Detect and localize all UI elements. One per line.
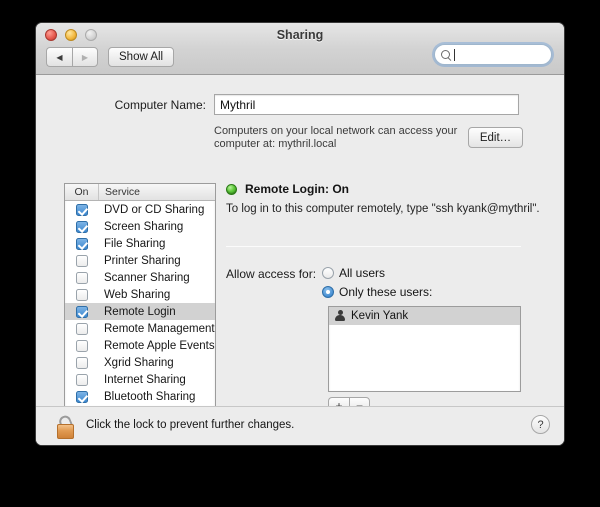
radio-only-these-users-label: Only these users: — [339, 285, 433, 299]
window-titlebar: Sharing ◀ ▶ Show All — [36, 23, 564, 75]
search-field[interactable] — [434, 44, 552, 65]
section-divider — [226, 246, 521, 247]
computer-name-input[interactable] — [220, 96, 510, 113]
service-row[interactable]: Screen Sharing — [65, 218, 215, 235]
service-name-label: Internet Sharing — [104, 373, 186, 386]
window-footer: Click the lock to prevent further change… — [36, 406, 564, 445]
service-row[interactable]: Internet Sharing — [65, 371, 215, 388]
checkbox-unchecked-icon[interactable] — [76, 271, 88, 284]
services-rows-container: DVD or CD Sharing Screen Sharing File Shar… — [65, 201, 215, 405]
service-name-label: Remote Apple Events — [104, 339, 215, 352]
computer-name-label: Computer Name: — [114, 98, 206, 112]
service-checkbox-cell[interactable] — [65, 339, 99, 352]
column-header-on: On — [65, 184, 99, 200]
status-indicator-icon — [226, 183, 237, 195]
service-status-title: Remote Login: On — [245, 182, 349, 196]
navigation-buttons: ◀ ▶ — [46, 47, 98, 67]
service-checkbox-cell[interactable] — [65, 390, 99, 403]
padlock-body — [57, 424, 74, 439]
service-name-label: Remote Login — [104, 305, 176, 318]
unlocked-padlock-icon[interactable] — [56, 413, 78, 439]
service-checkbox-cell[interactable] — [65, 237, 99, 250]
radio-all-users[interactable]: All users — [322, 266, 385, 280]
service-checkbox-cell[interactable] — [65, 254, 99, 267]
service-name-label: Screen Sharing — [104, 220, 184, 233]
radio-only-these-users[interactable]: Only these users: — [322, 285, 432, 299]
service-name-label: Bluetooth Sharing — [104, 390, 196, 403]
checkbox-unchecked-icon[interactable] — [76, 322, 88, 335]
service-name-label: Printer Sharing — [104, 254, 181, 267]
service-checkbox-cell[interactable] — [65, 220, 99, 233]
checkbox-unchecked-icon[interactable] — [76, 373, 88, 386]
service-checkbox-cell[interactable] — [65, 305, 99, 318]
search-icon — [441, 50, 450, 59]
service-checkbox-cell[interactable] — [65, 356, 99, 369]
edit-button[interactable]: Edit… — [468, 127, 523, 148]
service-row[interactable]: Remote Login — [65, 303, 215, 320]
service-name-label: File Sharing — [104, 237, 166, 250]
service-row[interactable]: Web Sharing — [65, 286, 215, 303]
help-button[interactable]: ? — [531, 415, 550, 434]
service-name-label: Xgrid Sharing — [104, 356, 174, 369]
allow-access-label: Allow access for: — [226, 267, 317, 281]
show-all-button[interactable]: Show All — [108, 47, 175, 67]
service-row[interactable]: Bluetooth Sharing — [65, 388, 215, 405]
search-input[interactable] — [455, 46, 545, 63]
user-list-item[interactable]: Kevin Yank — [329, 307, 520, 325]
service-name-label: Scanner Sharing — [104, 271, 190, 284]
radio-only-these-users-icon[interactable] — [322, 286, 334, 298]
service-status-row: Remote Login: On — [226, 182, 349, 196]
service-status-description: To log in to this computer remotely, typ… — [226, 203, 540, 215]
computer-name-field[interactable] — [214, 94, 519, 115]
screenshot-root: Sharing ◀ ▶ Show All Computer Name: Myth… — [0, 0, 600, 507]
radio-all-users-icon[interactable] — [322, 267, 334, 279]
radio-all-users-label: All users — [339, 266, 386, 280]
checkbox-unchecked-icon[interactable] — [76, 339, 88, 352]
checkbox-checked-icon[interactable] — [76, 203, 88, 216]
checkbox-checked-icon[interactable] — [76, 305, 88, 318]
back-button[interactable]: ◀ — [46, 47, 72, 67]
service-name-label: Remote Management — [104, 322, 215, 335]
service-checkbox-cell[interactable] — [65, 322, 99, 335]
services-list-header: On Service — [65, 184, 215, 201]
checkbox-checked-icon[interactable] — [76, 237, 88, 250]
user-rows-container: Kevin Yank — [329, 307, 520, 325]
lock-hint-text: Click the lock to prevent further change… — [86, 419, 295, 431]
checkbox-checked-icon[interactable] — [76, 390, 88, 403]
service-name-label: Web Sharing — [104, 288, 171, 301]
checkbox-unchecked-icon[interactable] — [76, 254, 88, 267]
service-checkbox-cell[interactable] — [65, 271, 99, 284]
allowed-users-list[interactable]: Kevin Yank — [328, 306, 521, 392]
column-header-service: Service — [105, 186, 141, 198]
service-row[interactable]: Scanner Sharing — [65, 269, 215, 286]
service-checkbox-cell[interactable] — [65, 373, 99, 386]
service-row[interactable]: Remote Apple Events — [65, 337, 215, 354]
service-row[interactable]: Remote Management — [65, 320, 215, 337]
service-row[interactable]: DVD or CD Sharing — [65, 201, 215, 218]
person-icon — [335, 310, 345, 322]
service-row[interactable]: Printer Sharing — [65, 252, 215, 269]
service-name-label: DVD or CD Sharing — [104, 203, 205, 216]
checkbox-checked-icon[interactable] — [76, 220, 88, 233]
forward-button[interactable]: ▶ — [72, 47, 98, 67]
window-body: Computer Name: Computers on your local n… — [36, 75, 564, 445]
service-checkbox-cell[interactable] — [65, 203, 99, 216]
service-row[interactable]: File Sharing — [65, 235, 215, 252]
checkbox-unchecked-icon[interactable] — [76, 356, 88, 369]
service-row[interactable]: Xgrid Sharing — [65, 354, 215, 371]
checkbox-unchecked-icon[interactable] — [76, 288, 88, 301]
window-title: Sharing — [276, 28, 324, 42]
search-area — [434, 44, 552, 65]
service-checkbox-cell[interactable] — [65, 288, 99, 301]
computer-name-help-text: Computers on your local network can acce… — [214, 125, 458, 150]
services-list[interactable]: On Service DVD or CD Sharing Screen Shari… — [64, 183, 216, 407]
user-name-label: Kevin Yank — [351, 310, 409, 322]
sharing-preferences-window: Sharing ◀ ▶ Show All Computer Name: Myth… — [35, 22, 565, 446]
